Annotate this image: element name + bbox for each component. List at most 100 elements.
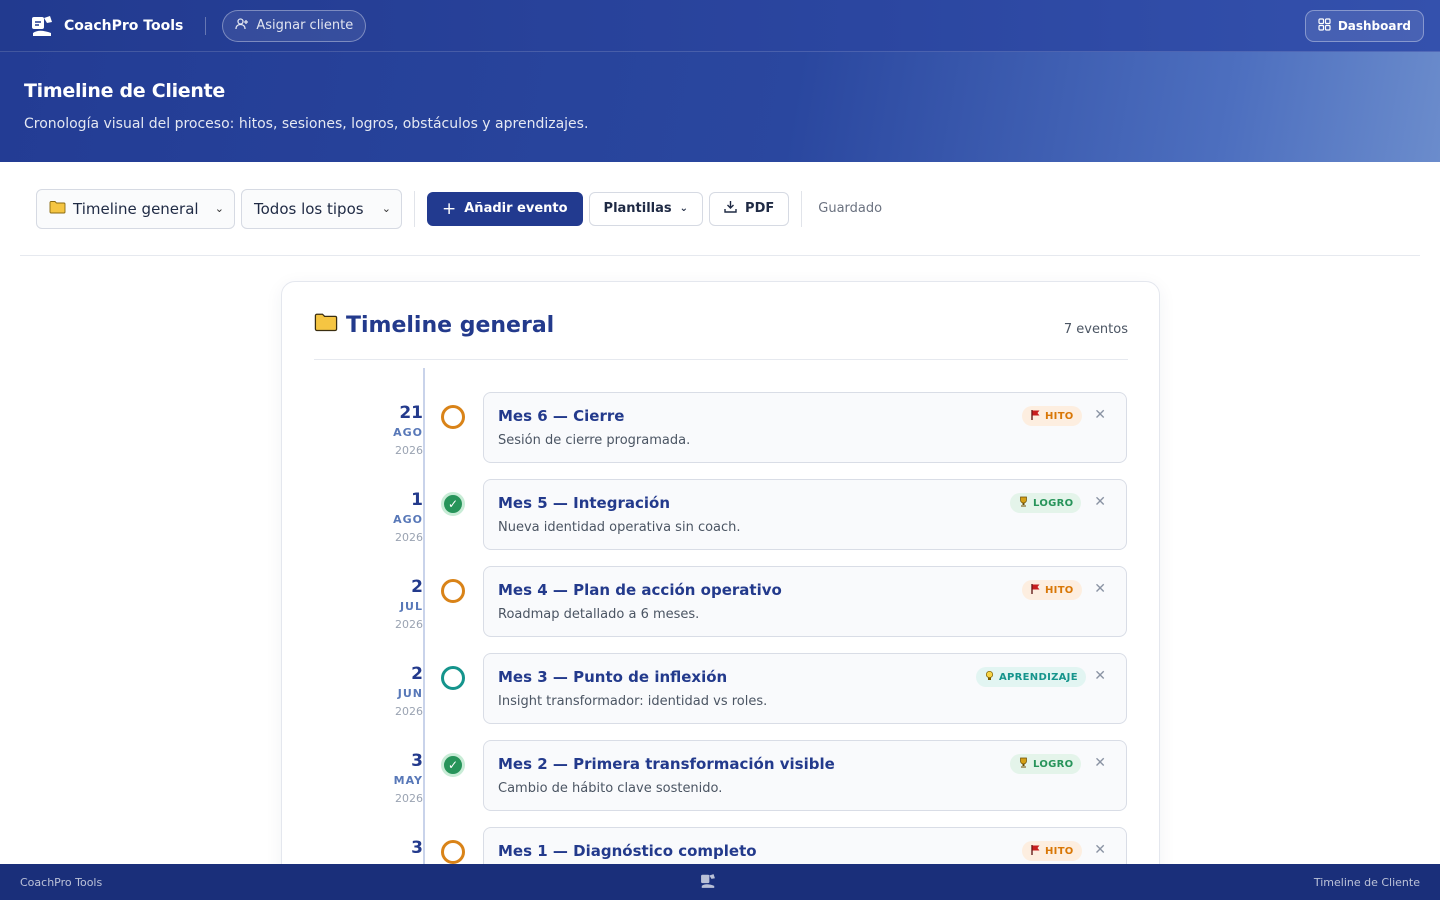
card-header: Timeline general 7 eventos [314,312,1128,360]
dashboard-label: Dashboard [1337,19,1411,33]
event-type-badge: LOGRO [1010,493,1082,513]
event-month: AGO [393,426,423,439]
event-type-badge: APRENDIZAJE [976,667,1086,687]
event-month: AGO [393,513,423,526]
event-day: 3 [411,838,423,858]
event-type-label: APRENDIZAJE [999,671,1078,683]
event-type-label: HITO [1045,410,1074,422]
delete-event-button[interactable]: ✕ [1094,668,1106,684]
page-title: Timeline de Cliente [24,80,225,102]
event-day: 1 [411,490,423,510]
event-description: Cambio de hábito clave sostenido. [498,781,723,796]
event-date: 2 JUL 2026 [363,578,423,631]
event-card[interactable]: Mes 5 — Integración Nueva identidad opera… [483,479,1127,550]
event-title: Mes 2 — Primera transformación visible [498,755,835,773]
add-event-label: Añadir evento [464,201,568,216]
event-day: 2 [411,664,423,684]
event-type-label: LOGRO [1033,497,1074,509]
page-subtitle: Cronología visual del proceso: hitos, se… [24,116,589,132]
card-title: Timeline general [314,312,554,338]
assign-client-label: Asignar cliente [256,18,354,33]
event-type-badge: HITO [1022,580,1082,600]
circle-marker-icon [441,666,465,690]
footer-logo-icon [699,872,717,893]
event-year: 2026 [395,444,423,457]
event-day: 21 [399,403,423,423]
timeline-select[interactable]: Timeline general ⌄ [36,188,235,229]
event-year: 2026 [395,618,423,631]
chevron-down-icon: ⌄ [214,202,224,215]
event-type-badge: HITO [1022,406,1082,426]
pdf-button[interactable]: PDF [709,191,790,226]
event-card[interactable]: Mes 2 — Primera transformación visible Ca… [483,740,1127,811]
event-type-label: LOGRO [1033,758,1074,770]
folder-icon [314,312,338,338]
event-card[interactable]: Mes 6 — Cierre Sesión de cierre programad… [483,392,1127,463]
event-date: 3 [363,839,423,862]
check-marker-icon: ✓ [441,492,465,516]
delete-event-button[interactable]: ✕ [1094,407,1106,423]
close-icon: ✕ [1094,842,1106,858]
event-title: Mes 6 — Cierre [498,407,625,425]
templates-label: Plantillas [603,201,672,216]
type-filter-select[interactable]: Todos los tipos ⌄ [241,188,402,229]
event-month: JUN [397,687,423,700]
circle-marker-icon [441,840,465,864]
assign-client-button[interactable]: Asignar cliente [222,9,367,42]
event-title: Mes 3 — Punto de inflexión [498,668,728,686]
event-card[interactable]: Mes 4 — Plan de acción operativo Roadmap … [483,566,1127,637]
add-event-button[interactable]: + Añadir evento [427,191,583,226]
folder-icon [49,200,66,218]
footer-page-name: Timeline de Cliente [1313,875,1420,889]
event-year: 2026 [395,531,423,544]
event-month: JUL [399,600,423,613]
event-count: 7 eventos [1063,322,1128,337]
flag-icon [1030,583,1041,597]
add-user-icon [235,17,249,35]
flag-icon [1030,409,1041,423]
footer: CoachPro Tools Timeline de Cliente [0,864,1440,900]
event-type-label: HITO [1045,584,1074,596]
trophy-icon [1018,496,1029,510]
event-date: 3 MAY 2026 [363,752,423,805]
event-date: 1 AGO 2026 [363,491,423,544]
event-card[interactable]: Mes 3 — Punto de inflexión Insight transf… [483,653,1127,724]
toolbar-divider [414,190,415,227]
delete-event-button[interactable]: ✕ [1094,581,1106,597]
event-date: 21 AGO 2026 [363,404,423,457]
page-header: Timeline de Cliente Cronología visual de… [0,52,1440,162]
nav-divider [205,16,207,35]
type-filter-value: Todos los tipos [254,199,364,218]
event-title: Mes 5 — Integración [498,494,671,512]
close-icon: ✕ [1094,407,1106,423]
card-title-text: Timeline general [346,312,555,338]
delete-event-button[interactable]: ✕ [1094,494,1106,510]
event-date: 2 JUN 2026 [363,665,423,718]
delete-event-button[interactable]: ✕ [1094,755,1106,771]
coachpro-logo-icon [28,12,56,40]
event-description: Roadmap detallado a 6 meses. [498,607,700,622]
pdf-label: PDF [745,201,775,216]
timeline-axis [423,368,425,868]
close-icon: ✕ [1094,494,1106,510]
download-icon [724,200,737,217]
plus-icon: + [442,198,457,219]
brand[interactable]: CoachPro Tools [28,12,183,40]
flag-icon [1030,844,1041,858]
dashboard-button[interactable]: Dashboard [1304,10,1424,42]
event-description: Insight transformador: identidad vs role… [498,694,768,709]
save-status: Guardado [818,201,883,216]
event-type-label: HITO [1045,845,1074,857]
timeline-select-value: Timeline general [73,199,199,218]
event-day: 2 [411,577,423,597]
delete-event-button[interactable]: ✕ [1094,842,1106,858]
chevron-down-icon: ⌄ [679,203,689,214]
event-description: Sesión de cierre programada. [498,433,691,448]
grid-icon [1318,18,1331,34]
event-type-badge: LOGRO [1010,754,1082,774]
check-marker-icon: ✓ [441,753,465,777]
templates-button[interactable]: Plantillas ⌄ [588,191,704,226]
event-month: MAY [393,774,423,787]
brand-name: CoachPro Tools [64,17,184,34]
top-navbar: CoachPro Tools Asignar cliente Dashboard [0,0,1440,52]
